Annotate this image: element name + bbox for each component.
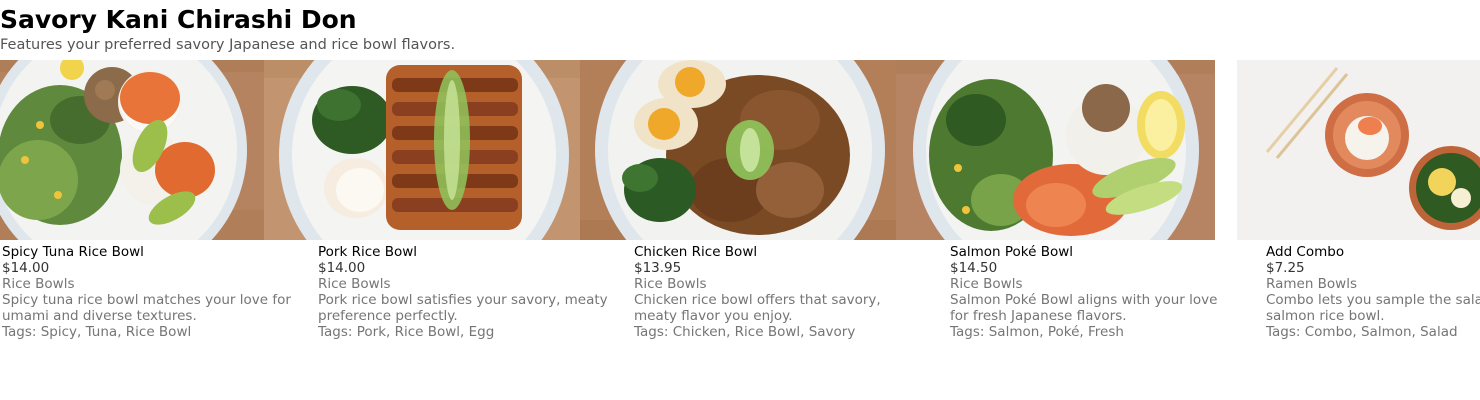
item-category: Ramen Bowls xyxy=(1266,276,1358,292)
item-name[interactable]: Add Combo xyxy=(1266,244,1480,260)
menu-item-details: Spicy Tuna Rice Bowl $14.00 Rice Bowls S… xyxy=(2,244,302,340)
menu-item-details: Add Combo $7.25 Ramen Bowls Combo lets y… xyxy=(1266,244,1480,340)
chicken-bowl-image[interactable] xyxy=(580,60,896,240)
item-description: Spicy tuna rice bowl matches your love f… xyxy=(2,292,291,324)
item-name[interactable]: Chicken Rice Bowl xyxy=(634,244,934,260)
item-tags: Tags: Spicy, Tuna, Rice Bowl xyxy=(2,324,192,340)
item-category: Rice Bowls xyxy=(318,276,391,292)
pork-bowl-image[interactable] xyxy=(264,60,580,240)
item-tags: Tags: Chicken, Rice Bowl, Savory xyxy=(634,324,856,340)
item-name[interactable]: Salmon Poké Bowl xyxy=(950,244,1250,260)
combo-image[interactable] xyxy=(1237,60,1480,240)
menu-item-details: Chicken Rice Bowl $13.95 Rice Bowls Chic… xyxy=(634,244,934,340)
menu-carousel: Spicy Tuna Rice Bowl $14.00 Rice Bowls S… xyxy=(0,60,1480,360)
item-category: Rice Bowls xyxy=(2,276,75,292)
menu-item-details: Salmon Poké Bowl $14.50 Rice Bowls Salmo… xyxy=(950,244,1250,340)
item-description: Combo lets you sample the salad and mini… xyxy=(1266,292,1480,324)
salmon-poke-bowl-image[interactable] xyxy=(896,60,1215,240)
menu-item-card-salmon-poke[interactable]: Salmon Poké Bowl $14.50 Rice Bowls Salmo… xyxy=(896,60,1217,360)
item-price: $14.00 xyxy=(318,260,366,276)
header: Savory Kani Chirashi Don Features your p… xyxy=(0,4,455,54)
menu-item-card-chicken[interactable]: Chicken Rice Bowl $13.95 Rice Bowls Chic… xyxy=(580,60,896,360)
item-name[interactable]: Pork Rice Bowl xyxy=(318,244,618,260)
item-tags: Tags: Salmon, Poké, Fresh xyxy=(950,324,1124,340)
item-description: Pork rice bowl satisfies your savory, me… xyxy=(318,292,608,324)
menu-item-card-add-combo[interactable]: Add Combo $7.25 Ramen Bowls Combo lets y… xyxy=(1215,60,1480,360)
item-description: Chicken rice bowl offers that savory, me… xyxy=(634,292,881,324)
spicy-tuna-bowl-image[interactable] xyxy=(0,60,264,240)
menu-item-card-spicy-tuna[interactable]: Spicy Tuna Rice Bowl $14.00 Rice Bowls S… xyxy=(0,60,291,360)
item-price: $13.95 xyxy=(634,260,682,276)
item-description: Salmon Poké Bowl aligns with your love f… xyxy=(950,292,1218,324)
item-tags: Tags: Combo, Salmon, Salad xyxy=(1266,324,1458,340)
item-price: $14.00 xyxy=(2,260,50,276)
item-price: $7.25 xyxy=(1266,260,1305,276)
item-category: Rice Bowls xyxy=(950,276,1023,292)
item-category: Rice Bowls xyxy=(634,276,707,292)
item-name[interactable]: Spicy Tuna Rice Bowl xyxy=(2,244,302,260)
page-subtitle: Features your preferred savory Japanese … xyxy=(0,37,456,53)
recommendation-panel: Savory Kani Chirashi Don Features your p… xyxy=(0,0,1480,400)
page-title: Savory Kani Chirashi Don xyxy=(0,5,357,34)
item-tags: Tags: Pork, Rice Bowl, Egg xyxy=(318,324,495,340)
menu-item-card-pork[interactable]: Pork Rice Bowl $14.00 Rice Bowls Pork ri… xyxy=(264,60,608,360)
item-price: $14.50 xyxy=(950,260,998,276)
menu-item-details: Pork Rice Bowl $14.00 Rice Bowls Pork ri… xyxy=(318,244,618,340)
